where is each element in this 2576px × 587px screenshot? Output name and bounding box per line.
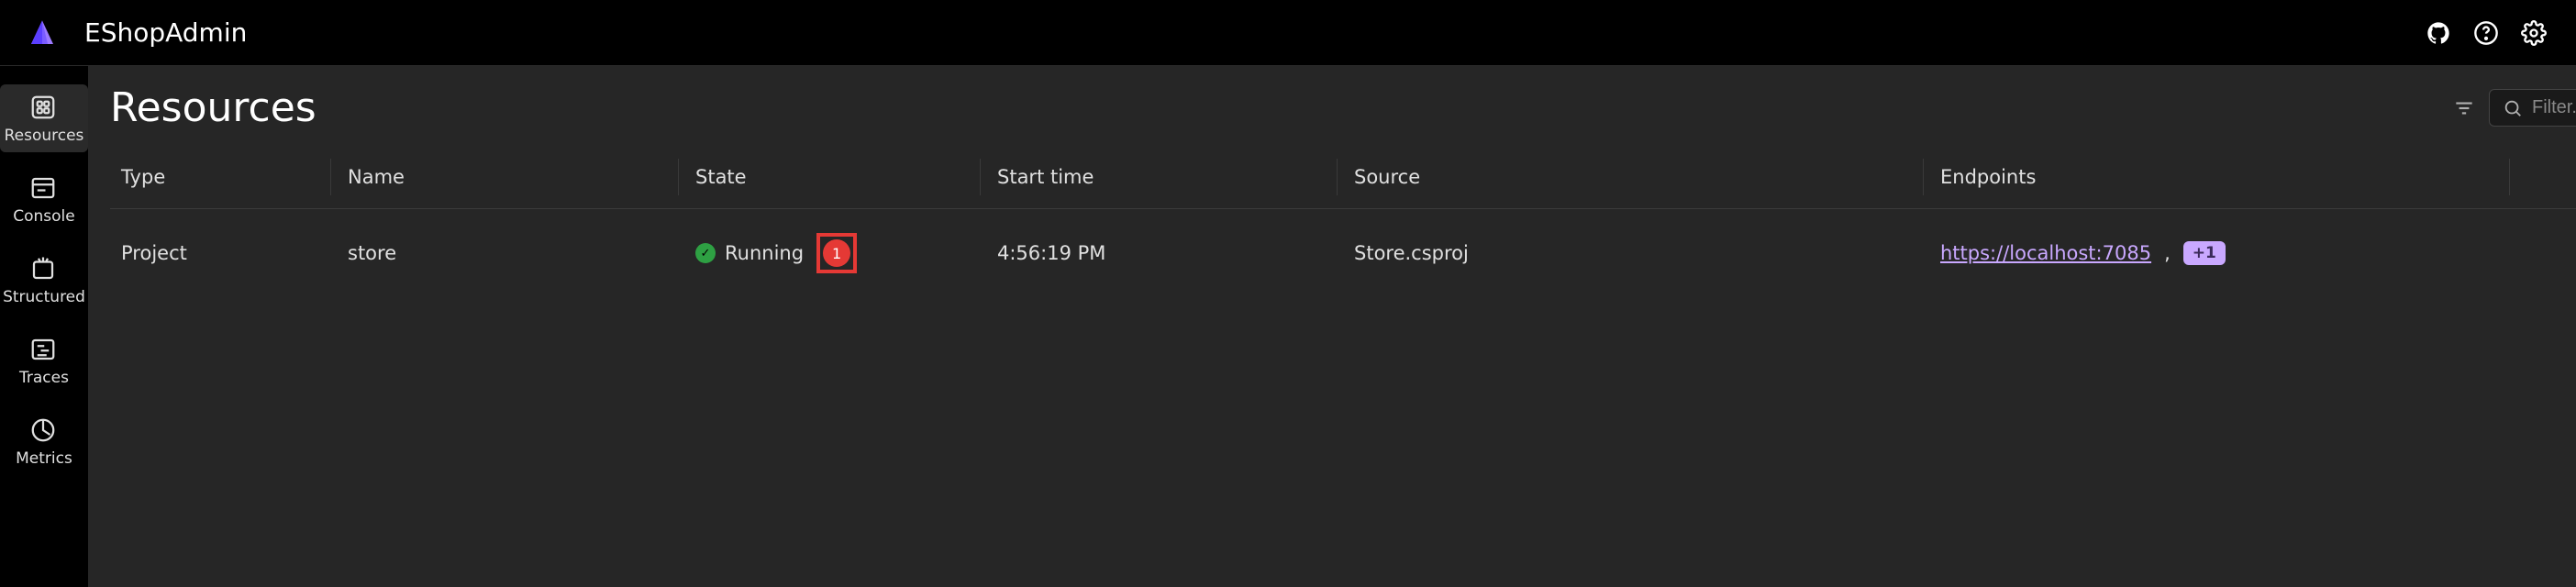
settings-icon[interactable] [2521,20,2547,46]
cell-endpoints: https://localhost:7085, +1 [1940,241,2509,265]
page-header: Resources [110,84,2576,131]
app-title: EShopAdmin [84,17,247,48]
header-controls [2452,89,2576,127]
cell-state: Running 1 [695,233,980,273]
col-header-name: Name [348,166,678,188]
table-header: Type Name State Start time Source Endpoi… [110,146,2576,209]
search-input[interactable] [2532,97,2576,118]
page-title: Resources [110,84,316,131]
grid-icon [29,94,59,123]
search-box[interactable] [2489,89,2576,127]
metrics-icon [29,416,59,446]
sidebar-item-console[interactable]: Console [0,165,88,233]
sidebar-item-label: Console [13,207,75,226]
sidebar: Resources Console Structured Traces Metr… [0,66,88,587]
col-header-start: Start time [997,166,1337,188]
topbar: EShopAdmin [0,0,2576,66]
col-header-source: Source [1354,166,1923,188]
sidebar-item-resources[interactable]: Resources [0,84,88,152]
sidebar-item-label: Traces [19,369,69,387]
main-content: Resources Type Name State Start [88,66,2576,587]
col-header-type: Type [110,166,330,188]
sidebar-item-label: Structured [3,288,85,306]
search-icon [2503,98,2523,118]
state-text: Running [725,242,804,264]
github-icon[interactable] [2426,20,2451,46]
col-header-logs: Logs [2526,166,2576,188]
console-icon [29,174,59,204]
traces-icon [29,336,59,365]
table-row: Project store Running 1 4:56:19 PM Store… [110,209,2576,297]
filter-icon[interactable] [2452,96,2476,120]
topbar-right [2426,20,2547,46]
endpoint-sep: , [2164,242,2171,264]
sidebar-item-structured[interactable]: Structured [0,246,88,314]
cell-start-time: 4:56:19 PM [997,242,1337,264]
structured-icon [29,255,59,284]
cell-source: Store.csproj [1354,242,1923,264]
sidebar-item-label: Resources [5,127,84,145]
sidebar-item-metrics[interactable]: Metrics [0,407,88,475]
topbar-left: EShopAdmin [0,17,247,50]
help-icon[interactable] [2473,20,2499,46]
col-header-state: State [695,166,980,188]
col-header-endpoints: Endpoints [1940,166,2509,188]
notification-badge[interactable]: 1 [823,239,850,267]
endpoint-more-badge[interactable]: +1 [2183,241,2226,265]
sidebar-item-traces[interactable]: Traces [0,327,88,394]
endpoint-link[interactable]: https://localhost:7085 [1940,242,2151,264]
cell-type: Project [110,242,330,264]
highlight-box: 1 [816,233,857,273]
sidebar-item-label: Metrics [16,449,72,468]
app-logo-icon [26,17,59,50]
status-running-icon [695,243,716,263]
cell-name: store [348,242,678,264]
